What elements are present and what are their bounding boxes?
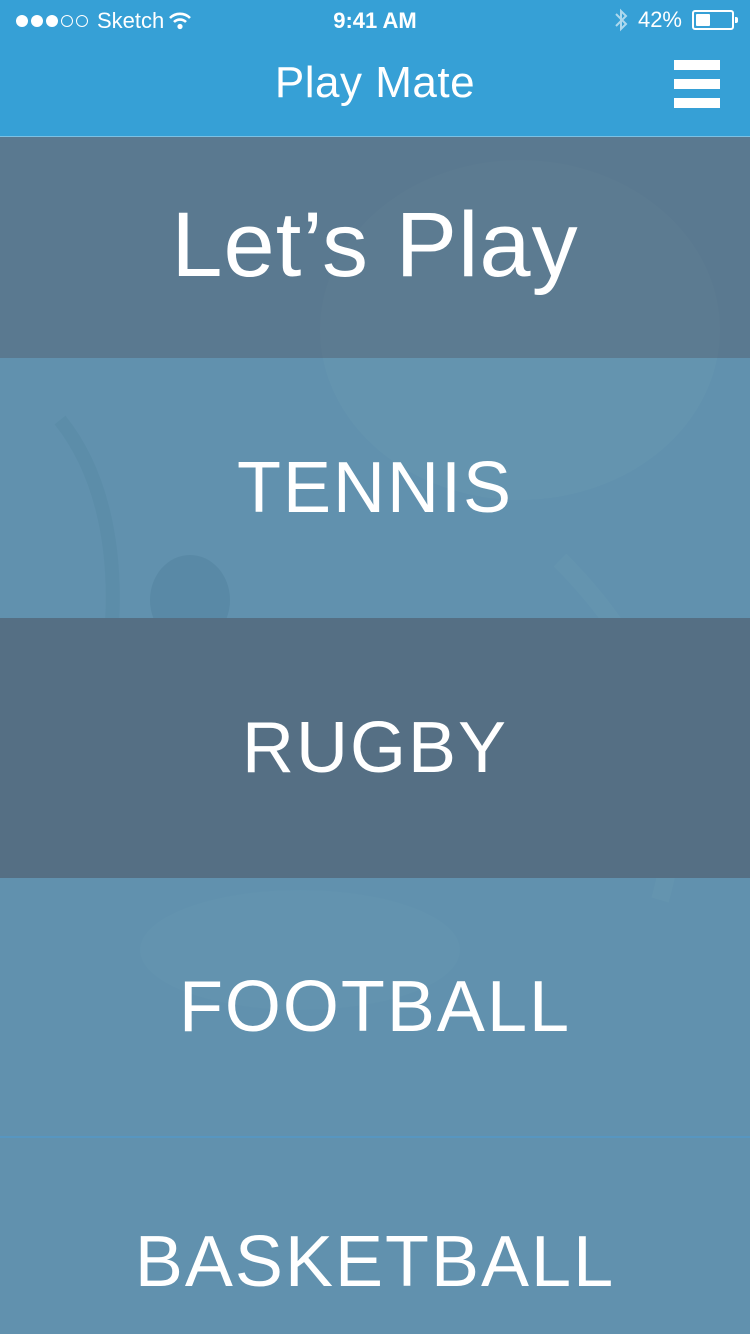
menu-bar bbox=[674, 79, 720, 89]
hamburger-menu-icon[interactable] bbox=[674, 60, 720, 108]
status-right: 42% bbox=[614, 7, 738, 33]
app-screen: Sketch 9:41 AM 42% Play Mate Let’s Play … bbox=[0, 0, 750, 1334]
hero-banner: Let’s Play bbox=[0, 137, 750, 358]
status-bar: Sketch 9:41 AM 42% bbox=[0, 0, 750, 40]
battery-tip bbox=[735, 17, 738, 23]
sport-label-rugby: RUGBY bbox=[241, 708, 509, 788]
menu-bar bbox=[674, 98, 720, 108]
sport-label-basketball: BASKETBALL bbox=[134, 1222, 616, 1302]
battery-fill bbox=[696, 14, 710, 26]
app-title: Play Mate bbox=[274, 58, 476, 107]
sport-label-football: FOOTBALL bbox=[178, 967, 572, 1047]
sport-row-basketball[interactable]: BASKETBALL bbox=[0, 1138, 750, 1334]
battery-icon bbox=[692, 10, 738, 30]
sport-label-tennis: TENNIS bbox=[236, 448, 514, 528]
sport-row-rugby[interactable]: RUGBY bbox=[0, 618, 750, 878]
menu-bar bbox=[674, 60, 720, 70]
hero-title: Let’s Play bbox=[171, 194, 579, 296]
bluetooth-icon bbox=[615, 8, 628, 32]
app-header: Sketch 9:41 AM 42% Play Mate bbox=[0, 0, 750, 137]
header-divider bbox=[0, 136, 750, 137]
battery-percentage: 42% bbox=[637, 7, 682, 32]
sport-row-tennis[interactable]: TENNIS bbox=[0, 358, 750, 618]
sport-row-football[interactable]: FOOTBALL bbox=[0, 878, 750, 1136]
